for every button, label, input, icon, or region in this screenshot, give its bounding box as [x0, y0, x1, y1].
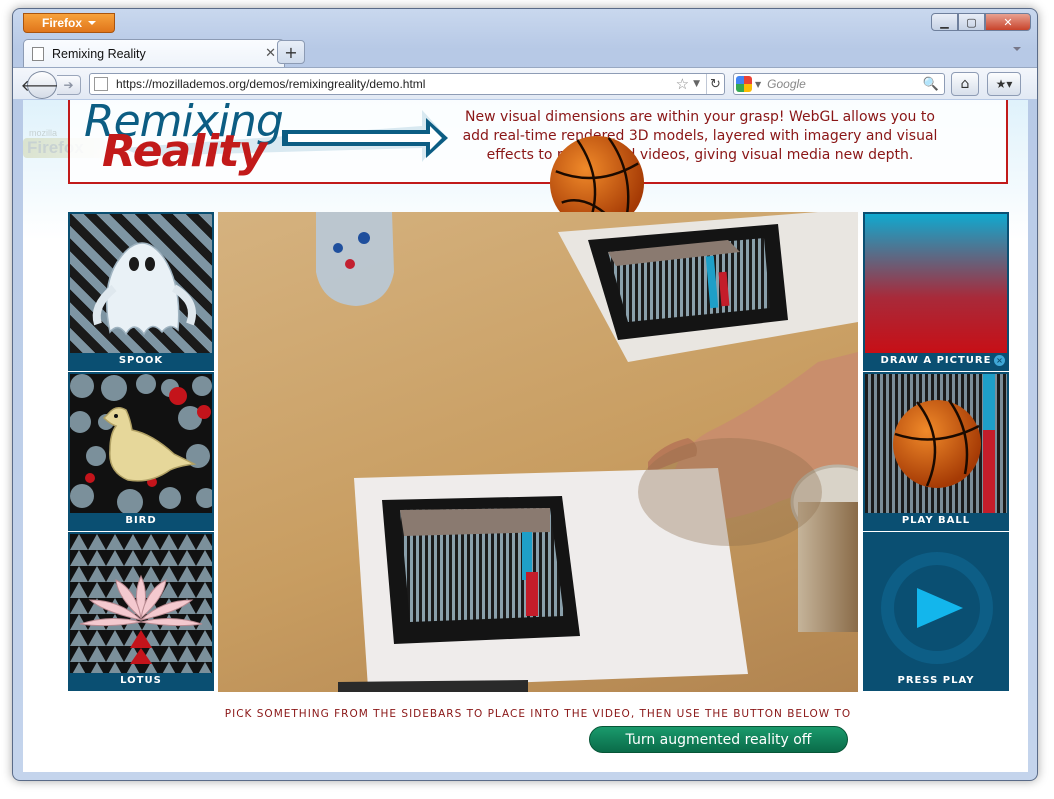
tile-draw-a-picture[interactable]: DRAW A PICTURE × [863, 212, 1009, 371]
tile-press-play[interactable]: PRESS PLAY [863, 532, 1009, 691]
back-button[interactable]: 🡐 [21, 71, 63, 99]
tile-label: BIRD [125, 515, 157, 526]
minimize-button[interactable]: ▁ [931, 13, 958, 31]
tile-lotus-art [70, 534, 212, 673]
reload-icon[interactable]: ↻ [706, 74, 724, 94]
logo-word-reality: Reality [102, 126, 267, 177]
page-header: Remixing Reality New visual dimensions a… [68, 100, 1008, 184]
url-history-dropdown-icon[interactable]: ▼ [693, 79, 700, 89]
maximize-button[interactable]: ▢ [958, 13, 985, 31]
tile-bird[interactable]: BIRD [68, 372, 214, 531]
firefox-menu-button[interactable]: Firefox [23, 13, 115, 33]
tile-label: PRESS PLAY [897, 675, 975, 686]
close-icon[interactable]: × [994, 355, 1005, 366]
bookmarks-button[interactable]: ★▾ [987, 72, 1021, 96]
forward-arrow-icon: ➔ [63, 78, 74, 92]
augmented-reality-toggle-button[interactable]: Turn augmented reality off [589, 726, 848, 753]
close-icon: ✕ [1003, 15, 1013, 29]
search-bar[interactable]: ▼ Google 🔍 [733, 73, 945, 95]
tile-play-ball-art [865, 374, 1007, 513]
search-engine-dropdown-icon[interactable]: ▼ [755, 80, 761, 89]
remixing-reality-logo: Remixing Reality [82, 100, 452, 182]
play-icon [917, 588, 963, 628]
ghost-icon [92, 242, 196, 336]
navigation-bar: 🡐 ➔ https://mozillademos.org/demos/remix… [13, 67, 1037, 99]
tile-label: PLAY BALL [901, 515, 971, 526]
google-icon[interactable] [736, 76, 752, 92]
search-icon[interactable]: 🔍 [923, 77, 939, 92]
bird-icon [70, 374, 212, 513]
firefox-menu-label: Firefox [41, 16, 82, 30]
tab-title: Remixing Reality [52, 46, 146, 61]
tile-play-ball[interactable]: PLAY BALL [863, 372, 1009, 531]
bookmark-star-icon[interactable]: ☆ [676, 75, 689, 93]
close-window-button[interactable]: ✕ [985, 13, 1031, 31]
right-sidebar: DRAW A PICTURE × PLAY BALL PRESS PLAY [863, 212, 1009, 692]
video-frame [316, 212, 858, 692]
new-tab-button[interactable]: + [277, 40, 305, 64]
tile-label: LOTUS [120, 675, 162, 686]
tile-label: DRAW A PICTURE [880, 355, 992, 366]
tile-bird-art [70, 374, 212, 513]
tab-list-icon[interactable] [1013, 47, 1021, 51]
tagline: New visual dimensions are within your gr… [462, 109, 938, 163]
gradient-icon [865, 214, 1007, 353]
tab-close-icon[interactable]: ✕ [265, 46, 276, 61]
bookmarks-icon: ★▾ [995, 77, 1013, 91]
forward-button[interactable]: ➔ [57, 75, 81, 95]
tile-spook-art [70, 214, 212, 353]
home-button[interactable]: ⌂ [951, 72, 979, 96]
tile-spook[interactable]: SPOOK [68, 212, 214, 371]
url-bar[interactable]: https://mozillademos.org/demos/remixingr… [89, 73, 725, 95]
instructions-text: PICK SOMETHING FROM THE SIDEBARS TO PLAC… [224, 708, 852, 720]
page-icon [32, 46, 44, 61]
tab-remixing-reality[interactable]: Remixing Reality ✕ [23, 39, 285, 67]
chevron-down-icon [88, 21, 96, 25]
minimize-icon: ▁ [940, 15, 949, 29]
lotus-icon [70, 534, 212, 673]
tile-lotus[interactable]: LOTUS [68, 532, 214, 691]
url-text[interactable]: https://mozillademos.org/demos/remixingr… [116, 77, 676, 91]
maximize-icon: ▢ [966, 15, 977, 29]
left-sidebar: SPOOK BIRD LOTUS [68, 212, 214, 692]
home-icon: ⌂ [960, 76, 970, 92]
play-button[interactable] [881, 552, 993, 664]
tile-label: SPOOK [118, 355, 164, 366]
search-input[interactable]: Google [767, 77, 923, 91]
page-content: mozilla Firefox Remixing Reality New vis… [23, 100, 1028, 772]
tab-bar: Remixing Reality ✕ + [13, 37, 1037, 67]
augmented-video[interactable] [218, 212, 858, 692]
window-controls: ▁ ▢ ✕ [931, 13, 1031, 31]
page-icon [94, 77, 108, 91]
plus-icon: + [284, 42, 298, 62]
basketball-icon [893, 374, 995, 513]
browser-window: Firefox ▁ ▢ ✕ Remixing Reality ✕ + 🡐 ➔ h… [12, 8, 1038, 781]
